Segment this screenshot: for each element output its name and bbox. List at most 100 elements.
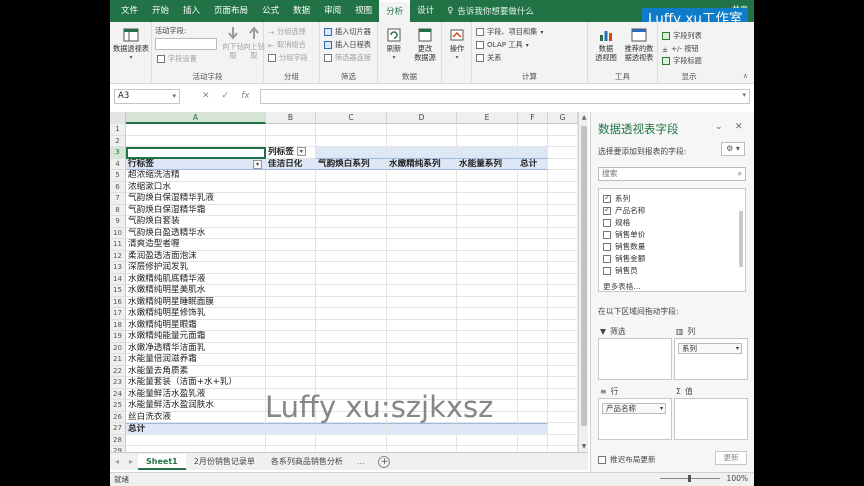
cell[interactable] [316,181,387,193]
zoom-slider-knob[interactable] [688,475,691,482]
cell[interactable] [387,250,457,262]
pivot-field-item[interactable]: 销售金额 [603,253,645,264]
field-headers-toggle[interactable]: 字段标题 [662,56,702,66]
cell[interactable] [457,124,518,136]
row-header[interactable]: 4 [110,158,126,170]
field-checkbox[interactable] [603,254,611,263]
column-item-header[interactable]: 水能量系列 [457,158,518,170]
cell[interactable] [518,239,548,251]
columns-drop-area[interactable]: 系列 ▾ [674,338,748,380]
column-item-header[interactable]: 水嫩精纯系列 [387,158,457,170]
cell[interactable] [548,181,578,193]
pivot-field-item[interactable]: 销售员 [603,265,638,276]
column-header-d[interactable]: D [387,112,457,124]
pivot-row-label[interactable]: 气韵焕白保湿精华霜 [126,204,266,216]
cell[interactable] [387,434,457,446]
cell[interactable] [457,434,518,446]
row-labels-filter-icon[interactable]: ▾ [253,159,262,169]
scroll-up-icon[interactable]: ▲ [580,114,588,121]
row-header[interactable]: 10 [110,227,126,239]
cell[interactable] [316,239,387,251]
cell[interactable] [548,411,578,423]
row-header[interactable]: 28 [110,434,126,446]
pivot-field-item[interactable]: 系列 [603,193,630,204]
pivot-row-label[interactable]: 水嫩精纯能量元面霜 [126,331,266,343]
row-header[interactable]: 2 [110,135,126,147]
cell[interactable] [518,273,548,285]
cell[interactable] [457,296,518,308]
columns-field-chip[interactable]: 系列 ▾ [678,343,742,354]
insert-timeline-button[interactable]: 插入日程表 [324,40,371,50]
cell[interactable] [387,319,457,331]
cell[interactable] [548,296,578,308]
tab-data[interactable]: 数据 [286,0,317,22]
scroll-down-icon[interactable]: ▼ [580,443,588,450]
tab-page-layout[interactable]: 页面布局 [207,0,255,22]
row-header[interactable]: 6 [110,181,126,193]
plus-minus-buttons-toggle[interactable]: ± +/- 按钮 [662,44,699,54]
refresh-button[interactable]: 刷新 ▾ [380,28,408,62]
pivot-row-label[interactable]: 水嫩净透精华洁面乳 [126,342,266,354]
cell[interactable] [266,135,316,147]
cell[interactable] [457,319,518,331]
cell[interactable] [266,331,316,343]
close-icon[interactable]: ✕ [735,122,743,132]
column-header-b[interactable]: B [266,112,316,124]
cell[interactable] [548,377,578,389]
gear-icon[interactable]: ⚙ ▾ [721,142,745,156]
pivot-field-item[interactable]: 产品名称 [603,205,645,216]
row-header[interactable]: 22 [110,365,126,377]
cell[interactable] [518,216,548,228]
cell[interactable] [316,204,387,216]
cell[interactable] [457,342,518,354]
cell[interactable] [266,204,316,216]
recommended-pivottables-button[interactable]: 推荐的数 据透视表 [622,28,656,62]
cell[interactable] [518,377,548,389]
row-header[interactable]: 25 [110,400,126,412]
filters-drop-area[interactable] [598,338,672,380]
row-header[interactable]: 8 [110,204,126,216]
cell[interactable] [518,135,548,147]
pivottable-button[interactable]: 数据透视表 ▾ [112,28,150,62]
cell[interactable] [387,296,457,308]
cell[interactable] [548,400,578,412]
field-checkbox[interactable] [603,205,611,215]
cell[interactable] [518,147,548,159]
tab-home[interactable]: 开始 [145,0,176,22]
field-checkbox[interactable] [603,266,611,275]
cell[interactable] [457,285,518,297]
defer-checkbox[interactable] [598,455,606,464]
cell[interactable] [266,354,316,366]
cell[interactable] [316,342,387,354]
cell[interactable] [457,135,518,147]
sheet-tab-sheet1[interactable]: Sheet1 [138,453,186,470]
tab-file[interactable]: 文件 [114,0,145,22]
defer-layout-update[interactable]: 推迟布局更新 [598,454,656,465]
column-item-header[interactable]: 佳洁日化 [266,158,316,170]
tell-me-box[interactable]: ♀ 告诉我你想要做什么 [447,5,534,17]
cell[interactable] [548,273,578,285]
cell[interactable] [518,411,548,423]
column-labels-header[interactable]: 列标签 ▾ [266,147,316,159]
cell[interactable] [266,273,316,285]
field-list-scroll-thumb[interactable] [739,211,743,267]
cell[interactable] [266,216,316,228]
cell[interactable] [457,239,518,251]
vertical-scrollbar[interactable]: ▲ ▼ [578,112,588,452]
cell[interactable] [548,216,578,228]
cell[interactable] [266,170,316,182]
cell[interactable] [548,342,578,354]
cell[interactable] [266,423,316,435]
change-data-source-button[interactable]: 更改 数据源 [410,28,440,62]
cell[interactable] [126,434,266,446]
row-header[interactable]: 15 [110,285,126,297]
pivot-row-label[interactable]: 水嫩精纯明星美肌水 [126,285,266,297]
values-drop-area[interactable] [674,398,748,440]
column-header-e[interactable]: E [457,112,518,124]
cell[interactable] [316,124,387,136]
cell[interactable] [457,181,518,193]
cell[interactable] [387,204,457,216]
add-sheet-icon[interactable]: + [378,455,391,468]
cell[interactable] [548,124,578,136]
cell[interactable] [548,319,578,331]
